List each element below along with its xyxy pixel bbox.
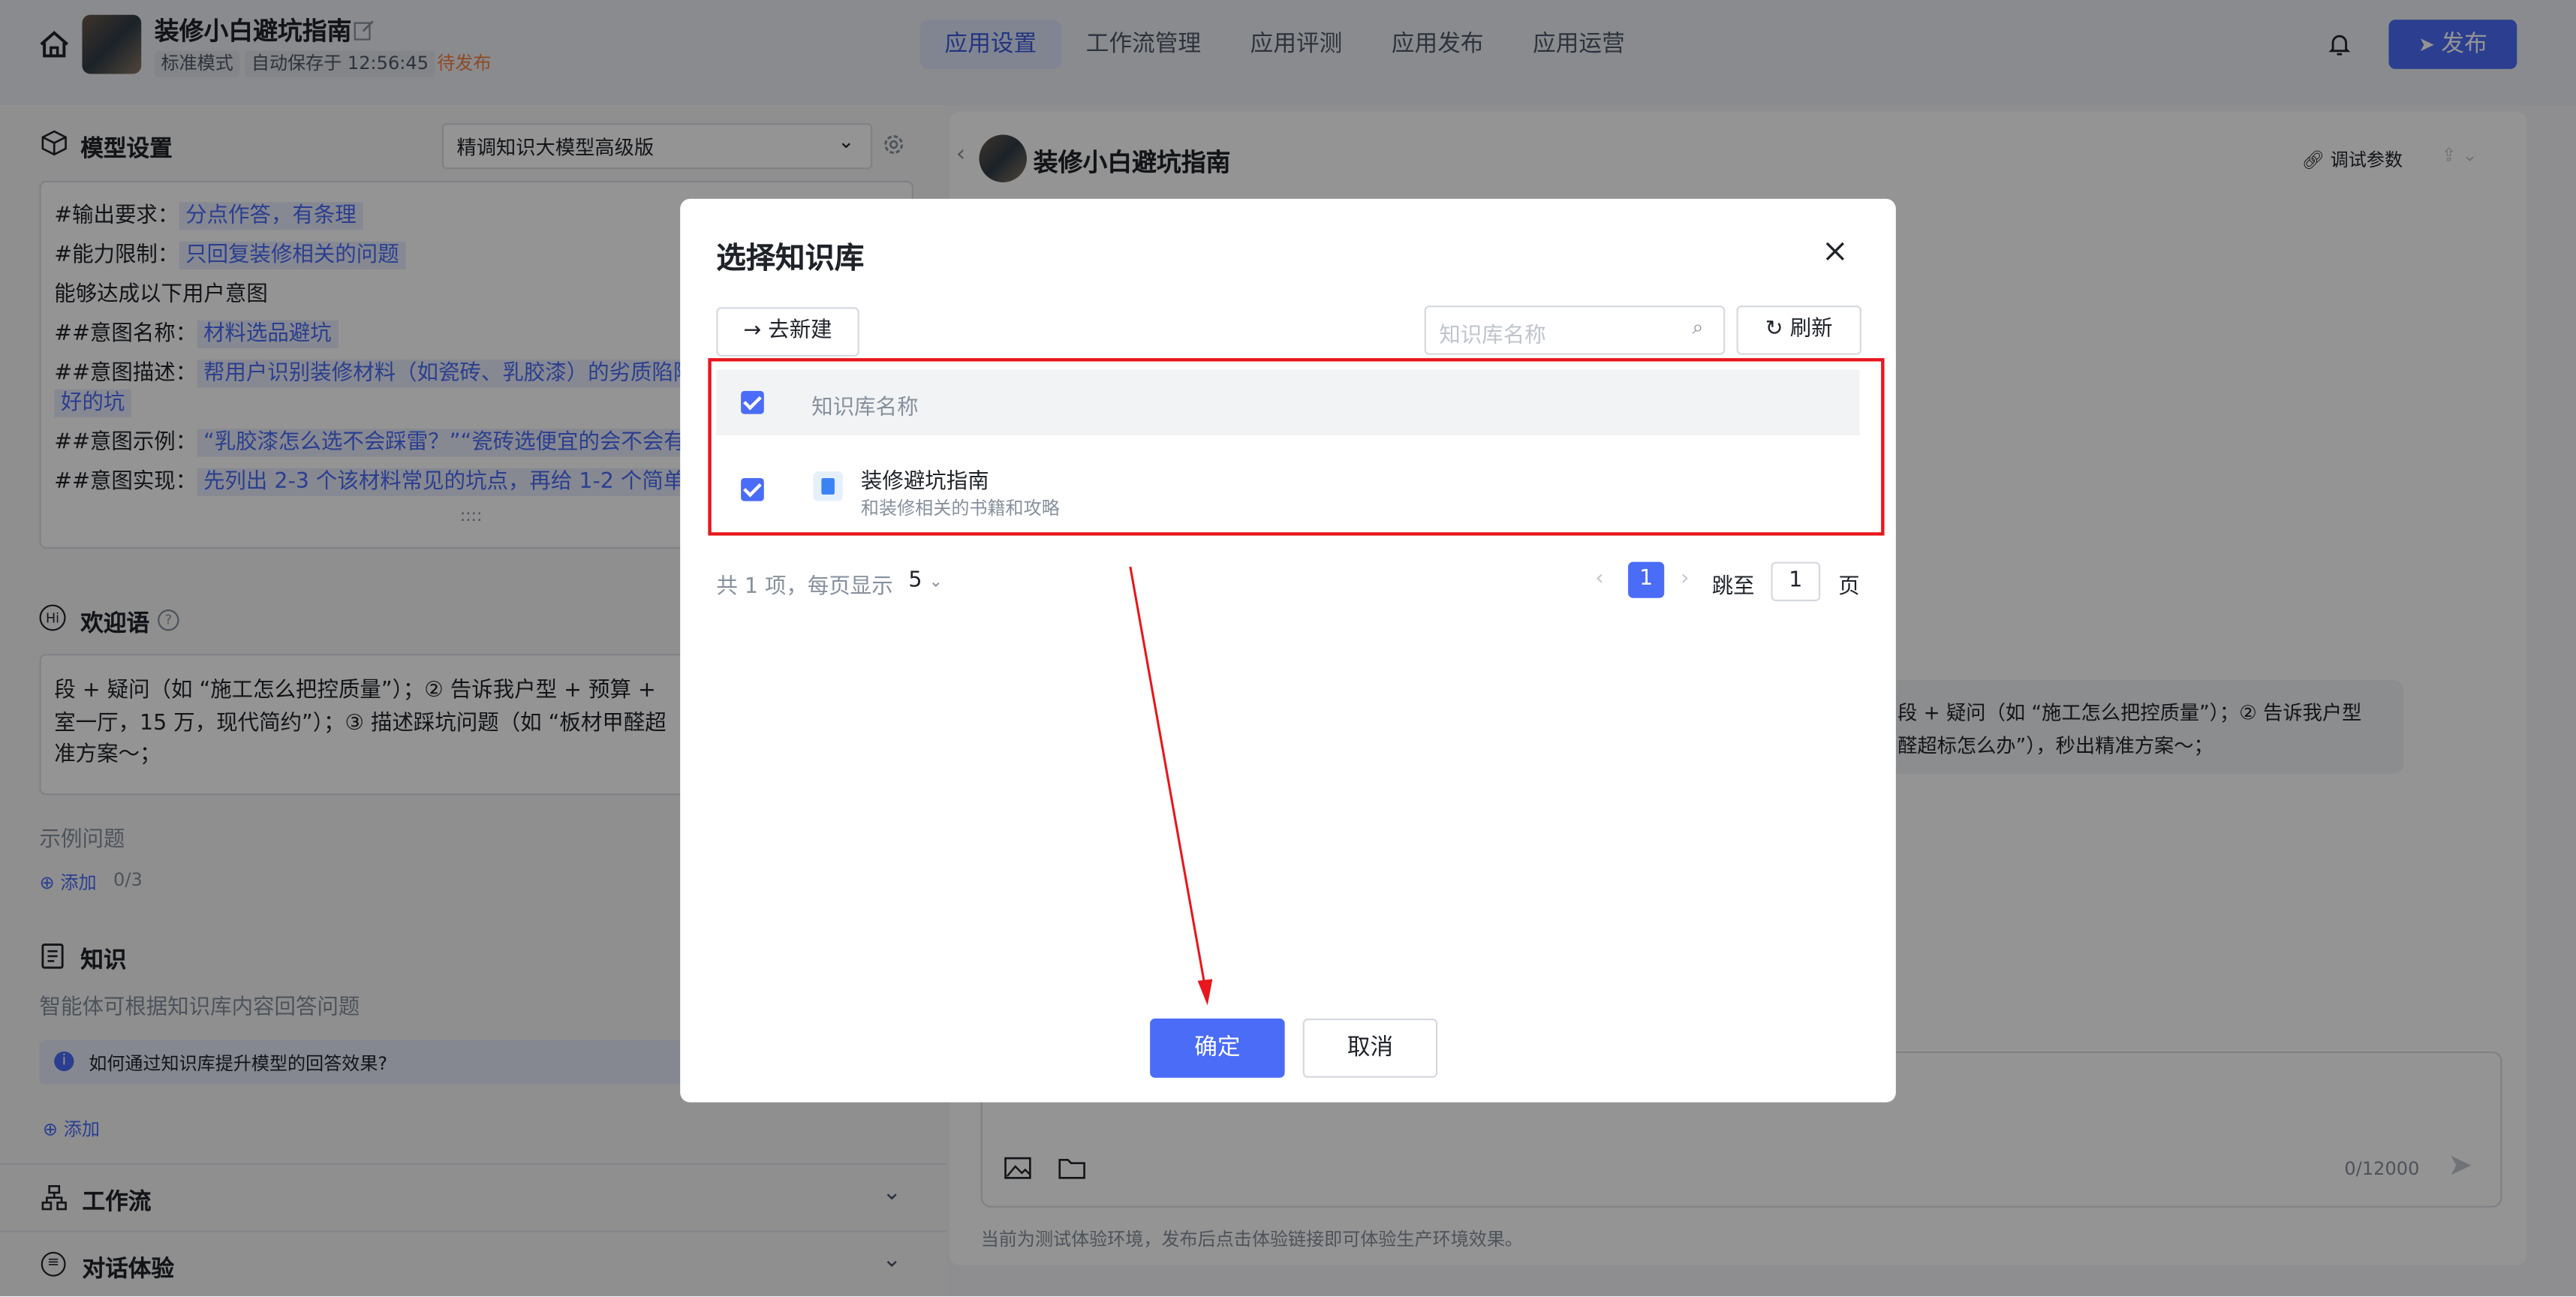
annotation-arrow: [1129, 566, 1213, 1006]
